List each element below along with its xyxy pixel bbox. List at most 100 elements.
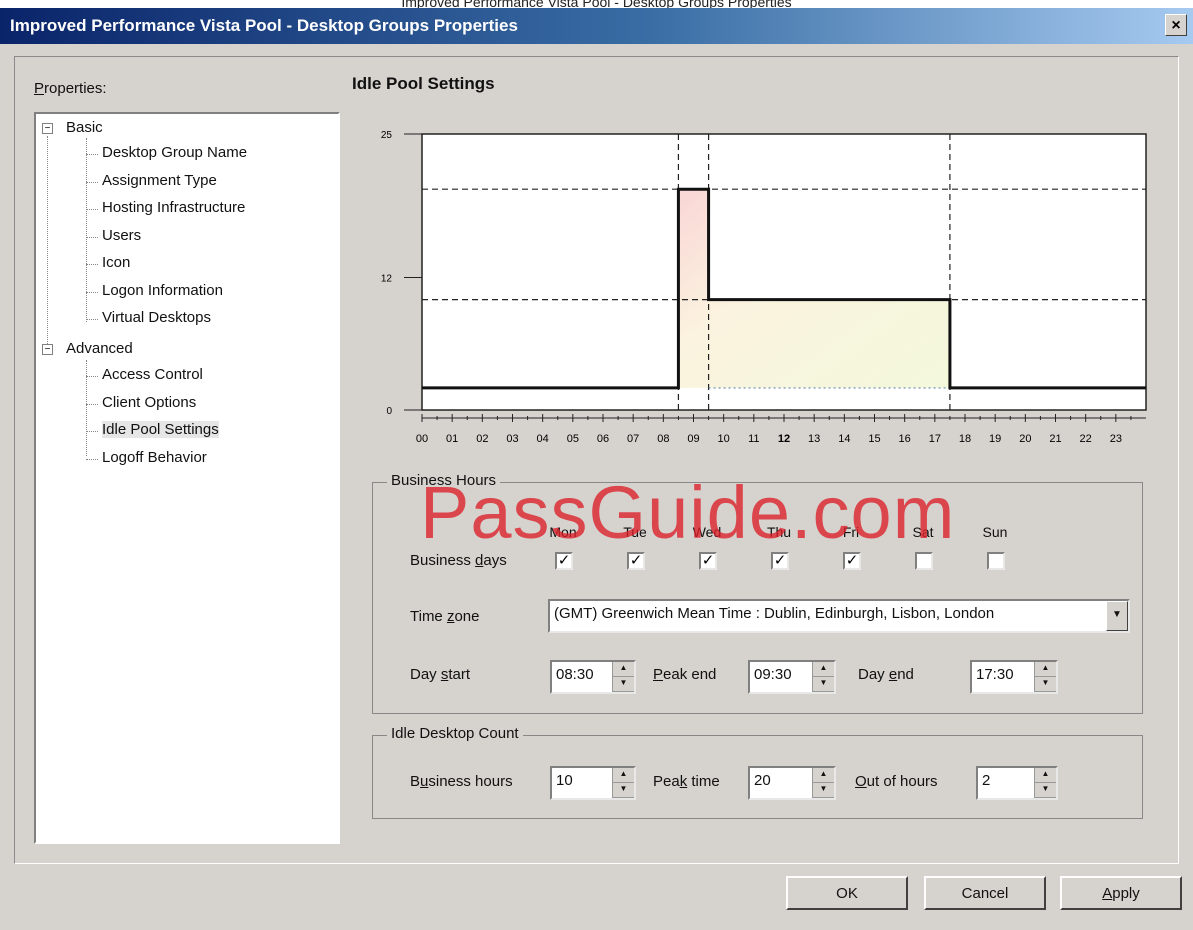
chart-x-tick-label: 17 bbox=[929, 433, 941, 445]
spin-up-icon[interactable]: ▲ bbox=[813, 662, 834, 677]
collapse-advanced-icon[interactable]: − bbox=[42, 344, 53, 355]
peak-end-field[interactable]: 09:30 ▲ ▼ bbox=[748, 660, 836, 694]
title-bar: Improved Performance Vista Pool - Deskto… bbox=[0, 8, 1193, 44]
chart-x-tick-label: 10 bbox=[718, 433, 730, 445]
chart-x-tick-label: 21 bbox=[1049, 433, 1061, 445]
tree-item-desktop-group-name[interactable]: Desktop Group Name bbox=[102, 144, 247, 161]
tree-connector bbox=[86, 403, 98, 405]
day-end-spinner[interactable]: ▲ ▼ bbox=[1034, 662, 1056, 692]
section-title: Idle Pool Settings bbox=[352, 74, 495, 93]
tree-item-virtual-desktops[interactable]: Virtual Desktops bbox=[102, 309, 211, 326]
checkbox-tue[interactable]: ✓ bbox=[627, 552, 645, 570]
chart-y-tick-label: 25 bbox=[381, 130, 393, 141]
tree-item-idle-pool-settings[interactable]: Idle Pool Settings bbox=[102, 421, 219, 438]
chart-x-tick-label: 04 bbox=[537, 433, 549, 445]
chart-x-tick-label: 15 bbox=[868, 433, 880, 445]
day-label-thu: Thu bbox=[766, 524, 792, 540]
checkbox-sun[interactable] bbox=[987, 552, 1005, 570]
spin-down-icon[interactable]: ▼ bbox=[813, 783, 834, 798]
chart-x-tick-label: 14 bbox=[838, 433, 850, 445]
time-zone-select[interactable]: (GMT) Greenwich Mean Time : Dublin, Edin… bbox=[548, 599, 1130, 633]
day-label-tue: Tue bbox=[623, 524, 647, 540]
tree-connector bbox=[47, 136, 48, 350]
chart-x-tick-label: 02 bbox=[476, 433, 488, 445]
spin-down-icon[interactable]: ▼ bbox=[613, 783, 634, 798]
day-label-sat: Sat bbox=[912, 524, 934, 540]
tree-connector bbox=[86, 264, 98, 265]
spin-up-icon[interactable]: ▲ bbox=[613, 662, 634, 677]
ok-button[interactable]: OK bbox=[786, 876, 908, 910]
tree-node-advanced[interactable]: Advanced bbox=[66, 340, 133, 357]
spin-down-icon[interactable]: ▼ bbox=[613, 677, 634, 692]
chart-x-tick-label: 23 bbox=[1110, 433, 1122, 445]
idle-pool-chart: 0 12 25 00 01 02 03 04 05 06 07 08 09 10 11 12 13 14 15 16 1… bbox=[381, 130, 1147, 445]
tree-item-users[interactable]: Users bbox=[102, 227, 141, 244]
tree-connector bbox=[86, 458, 98, 460]
day-start-spinner[interactable]: ▲ ▼ bbox=[612, 662, 634, 692]
chart-x-tick-label: 01 bbox=[446, 433, 458, 445]
tree-node-basic[interactable]: Basic bbox=[66, 119, 103, 136]
spin-up-icon[interactable]: ▲ bbox=[813, 768, 834, 783]
tree-item-access-control[interactable]: Access Control bbox=[102, 366, 203, 383]
chart-x-tick-label: 16 bbox=[899, 433, 911, 445]
chart-x-tick-label: 13 bbox=[808, 433, 820, 445]
time-zone-label: Time zone bbox=[410, 608, 480, 625]
chart-y-tick-label: 0 bbox=[386, 406, 392, 417]
tree-item-logon-information[interactable]: Logon Information bbox=[102, 282, 223, 299]
tree-connector bbox=[86, 209, 98, 210]
chart-x-tick-label: 18 bbox=[959, 433, 971, 445]
tree-connector bbox=[86, 181, 98, 183]
day-start-field[interactable]: 08:30 ▲ ▼ bbox=[550, 660, 636, 694]
out-of-hours-field[interactable]: 2 ▲ ▼ bbox=[976, 766, 1058, 800]
peak-time-label: Peak time bbox=[653, 773, 720, 790]
close-button[interactable]: × bbox=[1165, 14, 1187, 36]
cancel-button[interactable]: Cancel bbox=[924, 876, 1046, 910]
spin-down-icon[interactable]: ▼ bbox=[1035, 677, 1056, 692]
chart-x-tick-label: 12 bbox=[778, 433, 790, 445]
tree-item-logoff-behavior[interactable]: Logoff Behavior bbox=[102, 449, 207, 466]
spin-down-icon[interactable]: ▼ bbox=[1035, 783, 1056, 798]
checkbox-wed[interactable]: ✓ bbox=[699, 552, 717, 570]
peak-end-spinner[interactable]: ▲ ▼ bbox=[812, 662, 834, 692]
day-end-field[interactable]: 17:30 ▲ ▼ bbox=[970, 660, 1058, 694]
tree-item-client-options[interactable]: Client Options bbox=[102, 394, 196, 411]
day-start-label: Day start bbox=[410, 666, 471, 683]
tree-item-hosting-infrastructure[interactable]: Hosting Infrastructure bbox=[102, 199, 245, 216]
tree-item-assignment-type[interactable]: Assignment Type bbox=[102, 172, 217, 189]
tree-connector bbox=[86, 319, 98, 320]
peak-time-field[interactable]: 20 ▲ ▼ bbox=[748, 766, 836, 800]
peak-time-value: 20 bbox=[754, 772, 771, 789]
chart-x-tick-label: 03 bbox=[506, 433, 518, 445]
spin-up-icon[interactable]: ▲ bbox=[1035, 768, 1056, 783]
spin-up-icon[interactable]: ▲ bbox=[613, 768, 634, 783]
checkbox-fri[interactable]: ✓ bbox=[843, 552, 861, 570]
peak-end-label: Peak end bbox=[653, 666, 717, 683]
day-end-value: 17:30 bbox=[976, 666, 1014, 683]
chevron-down-icon[interactable]: ▼ bbox=[1106, 601, 1128, 631]
apply-button[interactable]: Apply bbox=[1060, 876, 1182, 910]
spin-down-icon[interactable]: ▼ bbox=[813, 677, 834, 692]
day-label-wed: Wed bbox=[692, 524, 722, 540]
time-zone-value: (GMT) Greenwich Mean Time : Dublin, Edin… bbox=[554, 605, 995, 622]
checkbox-sat[interactable] bbox=[915, 552, 933, 570]
collapse-basic-icon[interactable]: − bbox=[42, 123, 53, 134]
chart-x-tick-label: 19 bbox=[989, 433, 1001, 445]
spin-up-icon[interactable]: ▲ bbox=[1035, 662, 1056, 677]
properties-label: Properties: bbox=[34, 80, 107, 97]
tree-item-icon[interactable]: Icon bbox=[102, 254, 130, 271]
tree-connector bbox=[86, 154, 98, 155]
business-hours-count-field[interactable]: 10 ▲ ▼ bbox=[550, 766, 636, 800]
business-hours-count-value: 10 bbox=[556, 772, 573, 789]
day-label-fri: Fri bbox=[842, 524, 860, 540]
properties-tree[interactable]: − Basic Desktop Group Name Assignment Typ… bbox=[34, 112, 340, 844]
business-hours-spinner[interactable]: ▲ ▼ bbox=[612, 768, 634, 798]
peak-time-spinner[interactable]: ▲ ▼ bbox=[812, 768, 834, 798]
out-of-hours-spinner[interactable]: ▲ ▼ bbox=[1034, 768, 1056, 798]
business-hours-title: Business Hours bbox=[387, 472, 501, 489]
day-start-value: 08:30 bbox=[556, 666, 594, 683]
checkbox-mon[interactable]: ✓ bbox=[555, 552, 573, 570]
business-days-label: Business days bbox=[410, 552, 507, 569]
checkbox-thu[interactable]: ✓ bbox=[771, 552, 789, 570]
day-label-mon: Mon bbox=[549, 524, 577, 540]
window-title: Improved Performance Vista Pool - Deskto… bbox=[10, 16, 518, 35]
